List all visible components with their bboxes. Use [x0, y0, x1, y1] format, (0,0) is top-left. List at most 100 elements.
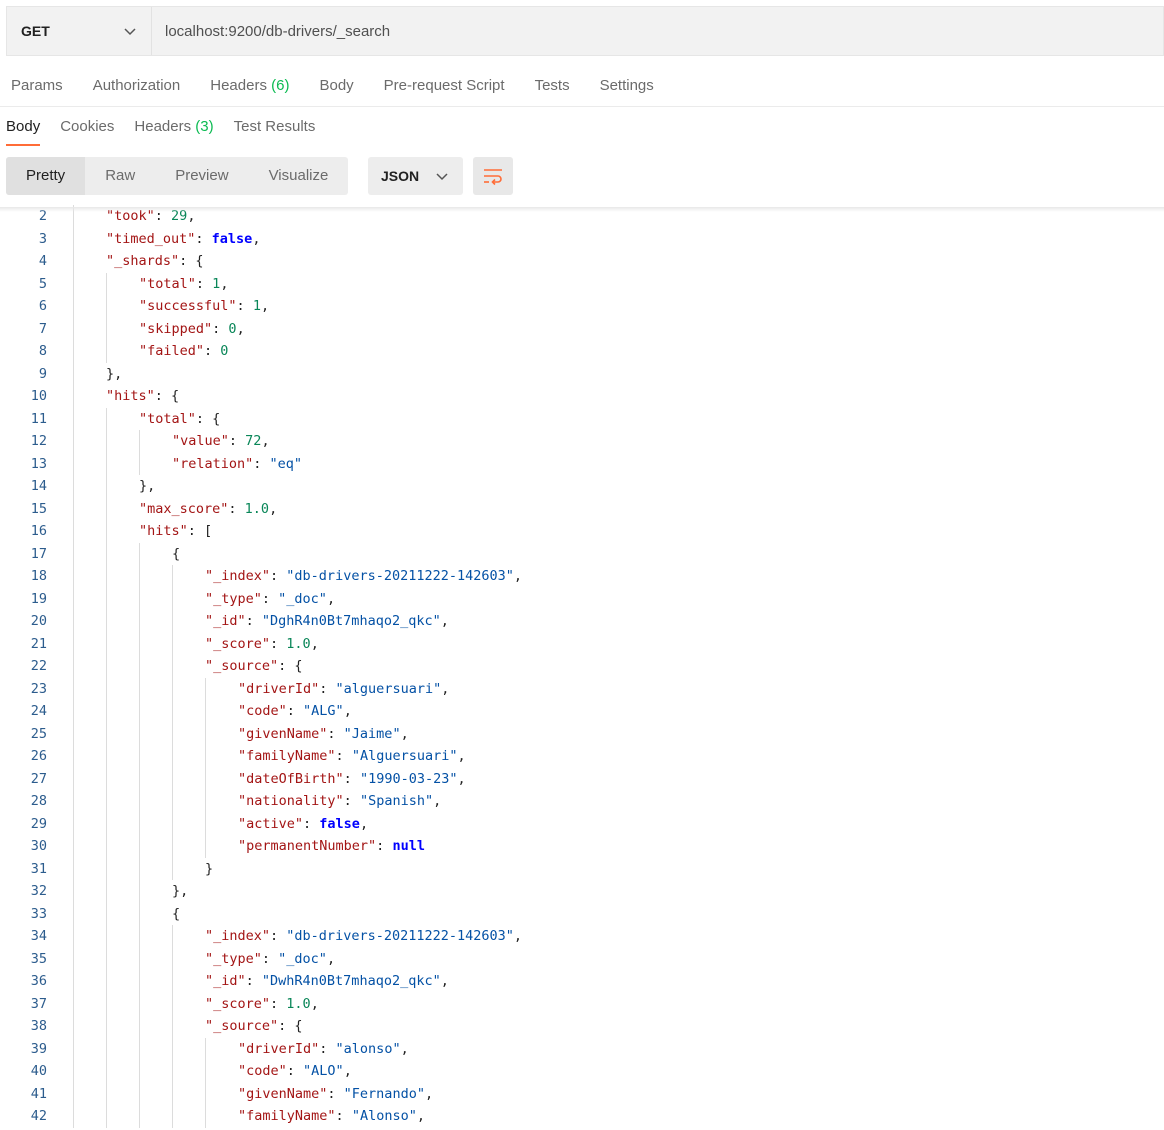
toolbar-shadow [0, 207, 1164, 212]
code-token: 1 [252, 298, 261, 314]
code-text: { [172, 903, 180, 926]
indent-guide [205, 677, 206, 700]
code-token: , [220, 275, 229, 292]
indent-guide [73, 340, 74, 363]
indent-guide [73, 1105, 74, 1128]
code-token: , [440, 613, 449, 629]
code-text: "familyName": "Alguersuari", [238, 745, 466, 768]
pretty-button[interactable]: Pretty [6, 157, 86, 195]
code-text: "nationality": "Spanish", [238, 790, 441, 813]
response-body-viewer[interactable]: 2 "took": 29, 3 "timed_out": false, 4 "_shard… [0, 205, 1164, 1130]
code-token: }, [106, 365, 123, 382]
code-token: "hits" [139, 523, 188, 539]
indent-guide [139, 542, 140, 565]
code-token: : [212, 320, 229, 337]
indent-guide [73, 745, 74, 768]
code-line: 39 "driverId": "alonso", [0, 1037, 1164, 1061]
url-input[interactable]: localhost:9200/db-drivers/_search [152, 7, 390, 55]
indent-guide [139, 1082, 140, 1105]
line-number: 31 [30, 860, 47, 877]
code-line: 9}, [0, 362, 1164, 385]
method-select[interactable]: GET [7, 7, 152, 55]
indent-guide [73, 610, 74, 633]
code-line: 5 "total": 1, [0, 272, 1164, 296]
code-text: "total": 1, [139, 273, 228, 296]
indent-guide [73, 1082, 74, 1105]
indent-guide [106, 655, 107, 678]
code-token: } [205, 860, 214, 877]
indent-guide [172, 812, 173, 835]
indent-guide [139, 1105, 140, 1128]
indent-guide [172, 632, 173, 655]
indent-guide [139, 947, 140, 970]
indent-guide [139, 610, 140, 633]
code-text: "_score": 1.0, [205, 993, 319, 1016]
indent-guide [73, 970, 74, 993]
indent-guide [205, 1105, 206, 1128]
indent-guide [172, 1060, 173, 1083]
code-line: 31} [0, 857, 1164, 880]
indent-guide [172, 1015, 173, 1038]
code-token: : [303, 815, 320, 832]
code-token: : [327, 1085, 344, 1102]
indent-guide [73, 632, 74, 655]
chevron-down-icon [436, 173, 448, 181]
code-text: "permanentNumber": null [238, 835, 425, 858]
code-token: : [245, 613, 262, 629]
wrap-lines-icon [484, 169, 502, 186]
tab-authorization[interactable]: Authorization [93, 70, 181, 102]
code-line: 21 "_score": 1.0, [0, 632, 1164, 655]
line-number: 20 [30, 613, 47, 629]
code-token: , [260, 298, 270, 314]
tab-label: Settings [599, 77, 654, 94]
code-token: "nationality" [238, 793, 344, 809]
indent-guide [73, 880, 74, 903]
raw-button[interactable]: Raw [85, 157, 155, 195]
code-token: , [310, 635, 319, 652]
indent-guide [106, 700, 107, 723]
code-token: : { [278, 658, 303, 674]
line-number: 3 [38, 230, 47, 247]
tab-response-headers[interactable]: Headers (3) [134, 112, 213, 142]
visualize-button[interactable]: Visualize [249, 157, 349, 195]
indent-guide [172, 1105, 173, 1128]
code-text: "_id": "DghR4n0Bt7mhaqo2_qkc", [205, 610, 449, 633]
tab-params[interactable]: Params [11, 70, 63, 102]
code-token: "_shards" [106, 253, 180, 269]
wrap-lines-button[interactable] [473, 157, 513, 195]
code-token: "_id" [205, 973, 246, 989]
code-text: "skipped": 0, [139, 318, 245, 341]
code-token: }, [139, 478, 156, 494]
tab-response-body[interactable]: Body [6, 112, 41, 146]
code-token: : [270, 568, 287, 584]
indent-guide [172, 745, 173, 768]
indent-guide [139, 767, 140, 790]
tab-tests[interactable]: Tests [535, 70, 570, 102]
method-label: GET [21, 23, 50, 39]
tab-pre-request-script[interactable]: Pre-request Script [384, 70, 505, 102]
code-line: 32}, [0, 880, 1164, 903]
code-token: "_score" [205, 995, 271, 1012]
indent-guide [172, 790, 173, 813]
indent-guide [139, 587, 140, 610]
code-token: "_type" [205, 590, 262, 607]
code-token: : [270, 995, 287, 1012]
indent-guide [106, 430, 107, 453]
indent-guide [139, 925, 140, 948]
tab-headers[interactable]: Headers (6) [210, 70, 289, 102]
code-line: 38 "_source": { [0, 1015, 1164, 1038]
line-number: 7 [38, 320, 47, 337]
code-text: "active": false, [238, 813, 368, 836]
code-line: 8 "failed": 0 [0, 340, 1164, 363]
code-token: 1.0 [286, 995, 311, 1012]
code-text: "driverId": "alonso", [238, 1038, 409, 1061]
preview-button[interactable]: Preview [155, 157, 248, 195]
indent-guide [106, 1105, 107, 1128]
format-select[interactable]: JSON [368, 157, 463, 195]
tab-settings[interactable]: Settings [600, 70, 654, 102]
tab-body[interactable]: Body [319, 70, 353, 102]
line-number: 19 [30, 590, 47, 607]
tab-cookies[interactable]: Cookies [60, 112, 114, 142]
indent-guide [139, 992, 140, 1015]
tab-test-results[interactable]: Test Results [234, 112, 316, 142]
